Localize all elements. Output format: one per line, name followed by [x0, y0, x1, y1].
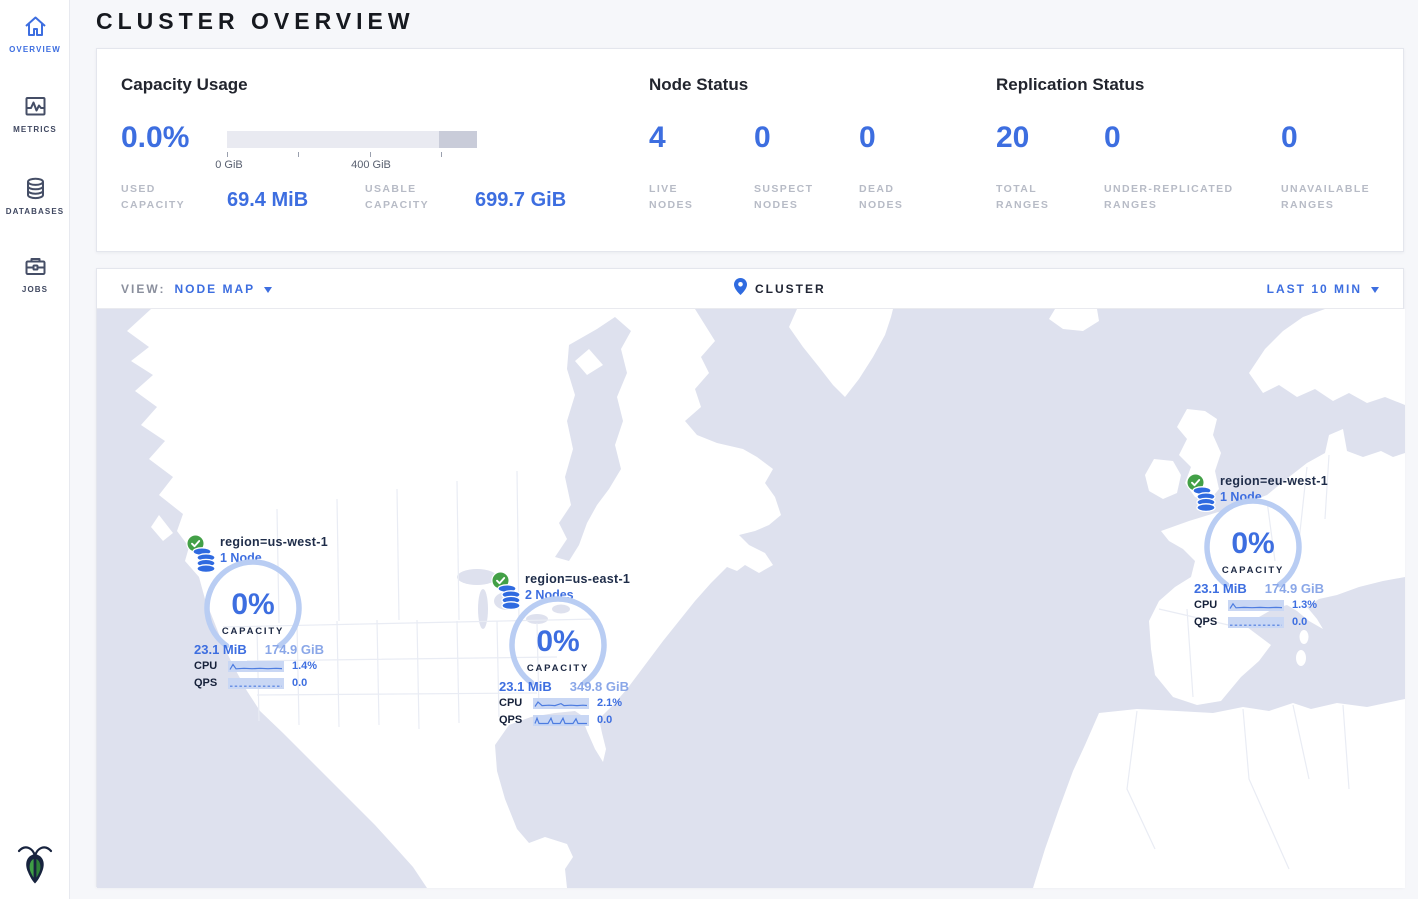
capacity-label: CAPACITY — [201, 626, 305, 637]
qps-sparkline — [228, 678, 284, 689]
capacity-bar-nonusable-segment — [439, 131, 477, 148]
capacity-used: 23.1 MiB — [194, 642, 247, 657]
cpu-label: CPU — [499, 697, 527, 709]
capacity-percent: 0% — [506, 625, 610, 659]
cpu-label: CPU — [194, 660, 222, 672]
cpu-sparkline — [533, 698, 589, 709]
sidebar: OVERVIEW METRICS DATABASES — [0, 0, 70, 899]
capacity-tick — [370, 152, 371, 157]
capacity-tick — [227, 152, 228, 157]
region-label: region=us-west-1 — [220, 535, 328, 549]
region-marker-us-west-1[interactable]: region=us-west-1 1 Node 0% CAPACITY 23.1… — [182, 524, 332, 696]
capacity-tick — [298, 152, 299, 157]
node-map-panel: VIEW: NODE MAP CLUSTER LAST 10 MIN — [96, 268, 1404, 887]
briefcase-icon — [0, 253, 70, 280]
home-icon — [0, 13, 70, 40]
breadcrumb-label: CLUSTER — [755, 282, 826, 296]
suspect-nodes-label: SUSPECT NODES — [754, 181, 830, 214]
under-replicated-ranges-label: UNDER-REPLICATED RANGES — [1104, 181, 1264, 214]
usable-capacity-value: 699.7 GiB — [475, 189, 566, 212]
qps-value: 0.0 — [1292, 616, 1307, 628]
total-ranges-label: TOTAL RANGES — [996, 181, 1066, 214]
used-capacity-value: 69.4 MiB — [227, 189, 308, 212]
qps-sparkline — [533, 715, 589, 726]
under-replicated-ranges-value: 0 — [1104, 121, 1121, 155]
capacity-usage-title: Capacity Usage — [121, 75, 248, 95]
sidebar-item-label: OVERVIEW — [0, 45, 70, 54]
qps-label: QPS — [499, 714, 527, 726]
capacity-total: 174.9 GiB — [265, 642, 324, 657]
capacity-used: 23.1 MiB — [1194, 581, 1247, 596]
chevron-down-icon — [1371, 287, 1379, 293]
usable-capacity-label: USABLE CAPACITY — [365, 181, 457, 214]
cpu-sparkline — [228, 661, 284, 672]
live-nodes-value: 4 — [649, 121, 666, 155]
sidebar-item-label: JOBS — [0, 285, 70, 294]
page-title: CLUSTER OVERVIEW — [96, 8, 415, 35]
capacity-percent: 0% — [201, 588, 305, 622]
used-capacity-label: USED CAPACITY — [121, 181, 203, 214]
replication-status-title: Replication Status — [996, 75, 1144, 95]
region-marker-us-east-1[interactable]: region=us-east-1 2 Nodes 0% CAPACITY 23.… — [487, 561, 637, 733]
capacity-tick — [441, 152, 442, 157]
sidebar-item-label: DATABASES — [0, 207, 70, 216]
qps-value: 0.0 — [292, 677, 307, 689]
qps-label: QPS — [194, 677, 222, 689]
capacity-label: CAPACITY — [1201, 565, 1305, 576]
capacity-used: 23.1 MiB — [499, 679, 552, 694]
unavailable-ranges-value: 0 — [1281, 121, 1298, 155]
live-nodes-label: LIVE NODES — [649, 181, 719, 214]
view-value: NODE MAP — [174, 282, 255, 296]
region-label: region=eu-west-1 — [1220, 474, 1328, 488]
capacity-tick-label-400: 400 GiB — [351, 159, 391, 171]
total-ranges-value: 20 — [996, 121, 1029, 155]
main-content: CLUSTER OVERVIEW Capacity Usage 0.0% 0 G… — [71, 0, 1418, 899]
dead-nodes-label: DEAD NODES — [859, 181, 929, 214]
node-status-title: Node Status — [649, 75, 748, 95]
view-selector[interactable]: VIEW: NODE MAP — [121, 269, 272, 309]
capacity-total: 349.8 GiB — [570, 679, 629, 694]
capacity-percent: 0% — [1201, 527, 1305, 561]
sidebar-item-databases[interactable]: DATABASES — [0, 175, 70, 216]
cockroachdb-logo[interactable] — [17, 842, 53, 889]
unavailable-ranges-label: UNAVAILABLE RANGES — [1281, 181, 1391, 214]
cpu-value: 1.3% — [1292, 599, 1317, 611]
chevron-down-icon — [264, 287, 272, 293]
cluster-summary-panel: Capacity Usage 0.0% 0 GiB 400 GiB USED C… — [96, 48, 1404, 252]
qps-sparkline — [1228, 617, 1284, 628]
capacity-label: CAPACITY — [506, 663, 610, 674]
sidebar-item-metrics[interactable]: METRICS — [0, 93, 70, 134]
metrics-chart-icon — [0, 93, 70, 120]
breadcrumb-cluster[interactable]: CLUSTER — [734, 269, 826, 309]
capacity-tick-label-0: 0 GiB — [215, 159, 243, 171]
capacity-bar — [227, 131, 477, 148]
view-label: VIEW: — [121, 282, 165, 296]
region-label: region=us-east-1 — [525, 572, 630, 586]
sidebar-item-label: METRICS — [0, 125, 70, 134]
cpu-sparkline — [1228, 600, 1284, 611]
suspect-nodes-value: 0 — [754, 121, 771, 155]
map-toolbar: VIEW: NODE MAP CLUSTER LAST 10 MIN — [97, 269, 1403, 309]
region-marker-eu-west-1[interactable]: region=eu-west-1 1 Node 0% CAPACITY 23.1… — [1182, 463, 1332, 635]
capacity-used-percent: 0.0% — [121, 121, 189, 155]
sidebar-item-jobs[interactable]: JOBS — [0, 253, 70, 294]
time-range-value: LAST 10 MIN — [1267, 282, 1362, 296]
cpu-value: 2.1% — [597, 697, 622, 709]
node-map: region=us-west-1 1 Node 0% CAPACITY 23.1… — [97, 309, 1405, 888]
database-icon — [0, 175, 70, 202]
qps-label: QPS — [1194, 616, 1222, 628]
time-range-selector[interactable]: LAST 10 MIN — [1267, 269, 1379, 309]
cpu-label: CPU — [1194, 599, 1222, 611]
sidebar-item-overview[interactable]: OVERVIEW — [0, 13, 70, 54]
capacity-total: 174.9 GiB — [1265, 581, 1324, 596]
dead-nodes-value: 0 — [859, 121, 876, 155]
cpu-value: 1.4% — [292, 660, 317, 672]
location-pin-icon — [734, 278, 747, 300]
qps-value: 0.0 — [597, 714, 612, 726]
